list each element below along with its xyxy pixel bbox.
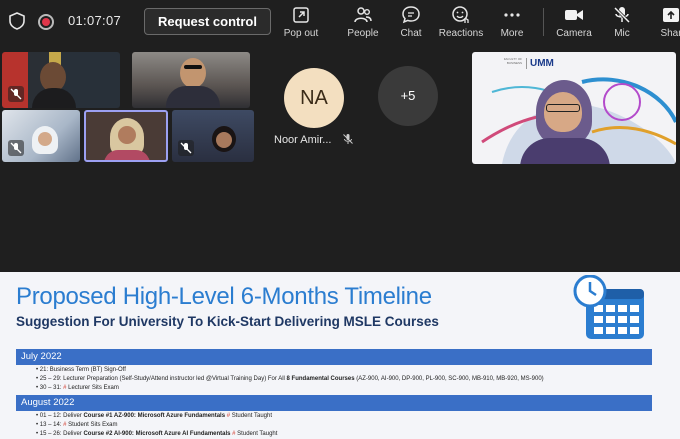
month-header: August 2022	[16, 395, 652, 411]
people-label: People	[347, 28, 379, 39]
presenter-video-tile[interactable]: FACULTY OF BUSINESS UMM	[472, 52, 676, 164]
camera-label: Camera	[556, 28, 592, 39]
share-button[interactable]: Shar	[656, 5, 680, 43]
presenter-logo: UMM	[526, 58, 554, 69]
more-icon	[504, 13, 520, 17]
more-participants-button[interactable]: +5	[378, 66, 438, 126]
people-icon	[354, 7, 372, 23]
calendar-clock-icon	[573, 275, 644, 339]
participant-video-tile[interactable]	[2, 110, 80, 162]
mic-off-icon	[8, 86, 24, 102]
pop-out-label: Pop out	[283, 28, 319, 39]
pop-out-icon	[293, 7, 309, 23]
meeting-toolbar: 01:07:07 Request control Pop out People	[0, 0, 680, 44]
meeting-window: 01:07:07 Request control Pop out People	[0, 0, 680, 439]
mic-off-icon	[8, 140, 24, 156]
toolbar-divider	[543, 8, 544, 36]
people-button[interactable]: People	[345, 5, 381, 43]
chat-icon	[402, 6, 420, 24]
slide-title: Proposed High-Level 6-Months Timeline	[16, 283, 432, 310]
timeline-item: • 21: Business Term (BT) Sign-Off	[36, 367, 126, 373]
request-control-button[interactable]: Request control	[144, 8, 271, 35]
more-button[interactable]: More	[499, 5, 525, 43]
camera-icon	[565, 10, 583, 20]
mic-button[interactable]: Mic	[610, 5, 634, 43]
slide-subtitle: Suggestion For University To Kick-Start …	[16, 314, 439, 329]
mic-off-icon	[178, 140, 194, 156]
reactions-label: Reactions	[438, 28, 484, 39]
timeline-item: • 13 – 14: # Student Sits Exam	[36, 422, 118, 428]
shared-presentation-slide: Proposed High-Level 6-Months Timeline Su…	[0, 272, 680, 439]
timeline-item: • 25 – 29: Lecturer Preparation (Self-St…	[36, 376, 544, 382]
participant-name: Noor Amir...	[274, 134, 332, 146]
share-label: Shar	[660, 28, 680, 39]
timeline-item: • 01 – 12: Deliver Course #1 AZ-900: Mic…	[36, 413, 273, 419]
participant-video-tile[interactable]	[2, 52, 120, 108]
pop-out-button[interactable]: Pop out	[282, 5, 320, 43]
chat-button[interactable]: Chat	[397, 5, 425, 43]
month-header: July 2022	[16, 349, 652, 365]
mic-off-icon	[613, 6, 631, 24]
recording-indicator-icon	[38, 14, 54, 30]
chat-label: Chat	[400, 28, 422, 39]
mic-label: Mic	[614, 28, 630, 39]
timeline-item: • 15 – 26: Deliver Course #2 AI-900: Mic…	[36, 431, 278, 437]
mic-off-icon	[343, 134, 353, 144]
reactions-button[interactable]: Reactions	[437, 5, 485, 43]
camera-button[interactable]: Camera	[556, 5, 592, 43]
shield-icon[interactable]	[8, 12, 26, 30]
participant-video-tile[interactable]	[132, 52, 250, 108]
participant-video-tile[interactable]	[172, 110, 254, 162]
meeting-timer: 01:07:07	[68, 13, 122, 28]
participant-video-tile-active-speaker[interactable]	[84, 110, 168, 162]
more-label: More	[500, 28, 524, 39]
participant-avatar[interactable]: NA	[284, 68, 344, 128]
timeline-item: • 30 – 31: # Lecturer Sits Exam	[36, 385, 119, 391]
share-icon	[663, 8, 679, 22]
reactions-icon	[452, 6, 469, 23]
